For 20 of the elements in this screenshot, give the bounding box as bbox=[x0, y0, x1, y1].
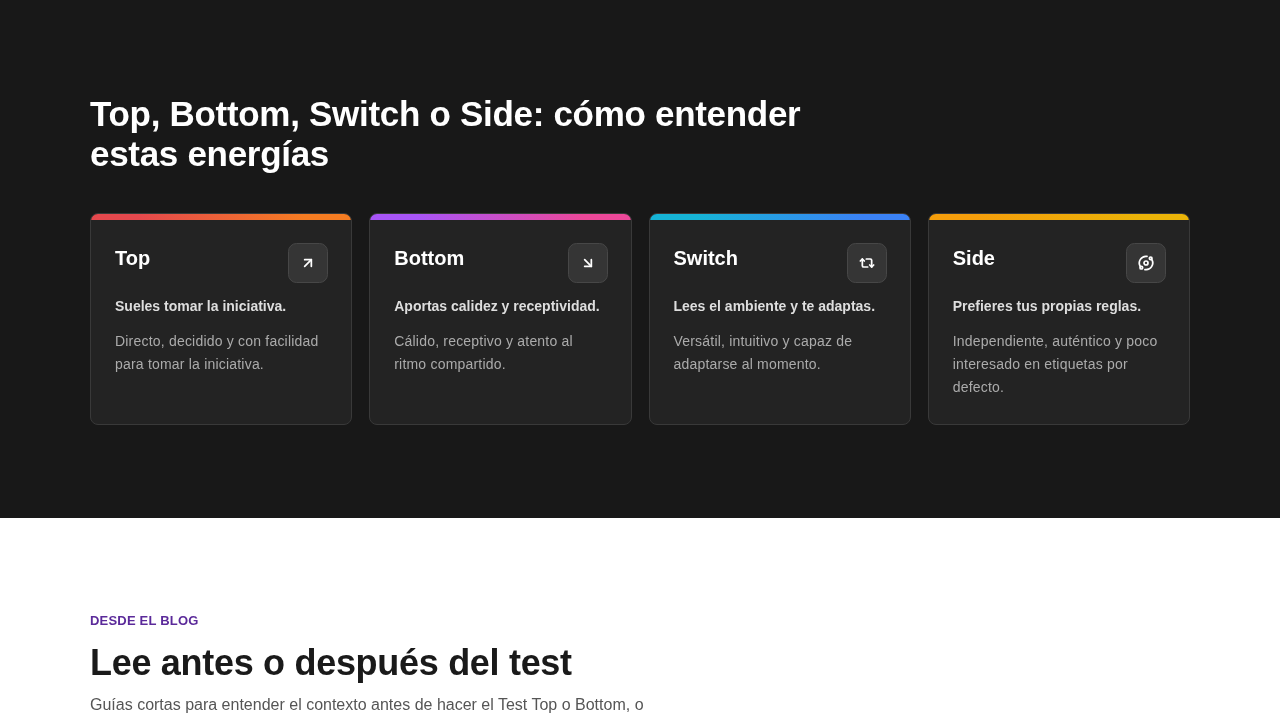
arrow-up-right-icon bbox=[288, 243, 329, 283]
card-tagline: Sueles tomar la iniciativa. bbox=[115, 297, 288, 316]
repeat-arrows-icon bbox=[846, 243, 887, 283]
card-tagline: Aportas calidez y receptividad. bbox=[394, 297, 601, 316]
card-description: Independiente, auténtico y poco interesado en etiquetas por defecto. bbox=[952, 332, 1159, 397]
card-tagline: Lees el ambiente y te adaptas. bbox=[673, 297, 877, 316]
section-intro: Guías cortas para entender el contexto antes de hacer el Test Top o Bottom, o bbox=[90, 695, 645, 715]
card-title: Side bbox=[952, 246, 995, 271]
section-heading: Lee antes o después del test bbox=[90, 641, 573, 685]
card-title: Top bbox=[115, 246, 151, 271]
section-eyebrow: DESDE EL BLOG bbox=[90, 612, 200, 630]
card-tagline: Prefieres tus propias reglas. bbox=[952, 297, 1143, 316]
card-title: Bottom bbox=[394, 246, 465, 271]
orbit-icon bbox=[1126, 243, 1166, 283]
card-description: Directo, decidido y con facilidad para tomar la iniciativa. bbox=[115, 332, 320, 374]
section-heading: Top, Bottom, Switch o Side: cómo entender estas energías bbox=[90, 94, 802, 174]
arrow-down-right-icon bbox=[567, 243, 608, 283]
card-title: Switch bbox=[673, 246, 738, 271]
card-description: Cálido, receptivo y atento al ritmo compartido. bbox=[394, 332, 574, 374]
card-description: Versátil, intuitivo y capaz de adaptarse al momento. bbox=[673, 332, 854, 374]
